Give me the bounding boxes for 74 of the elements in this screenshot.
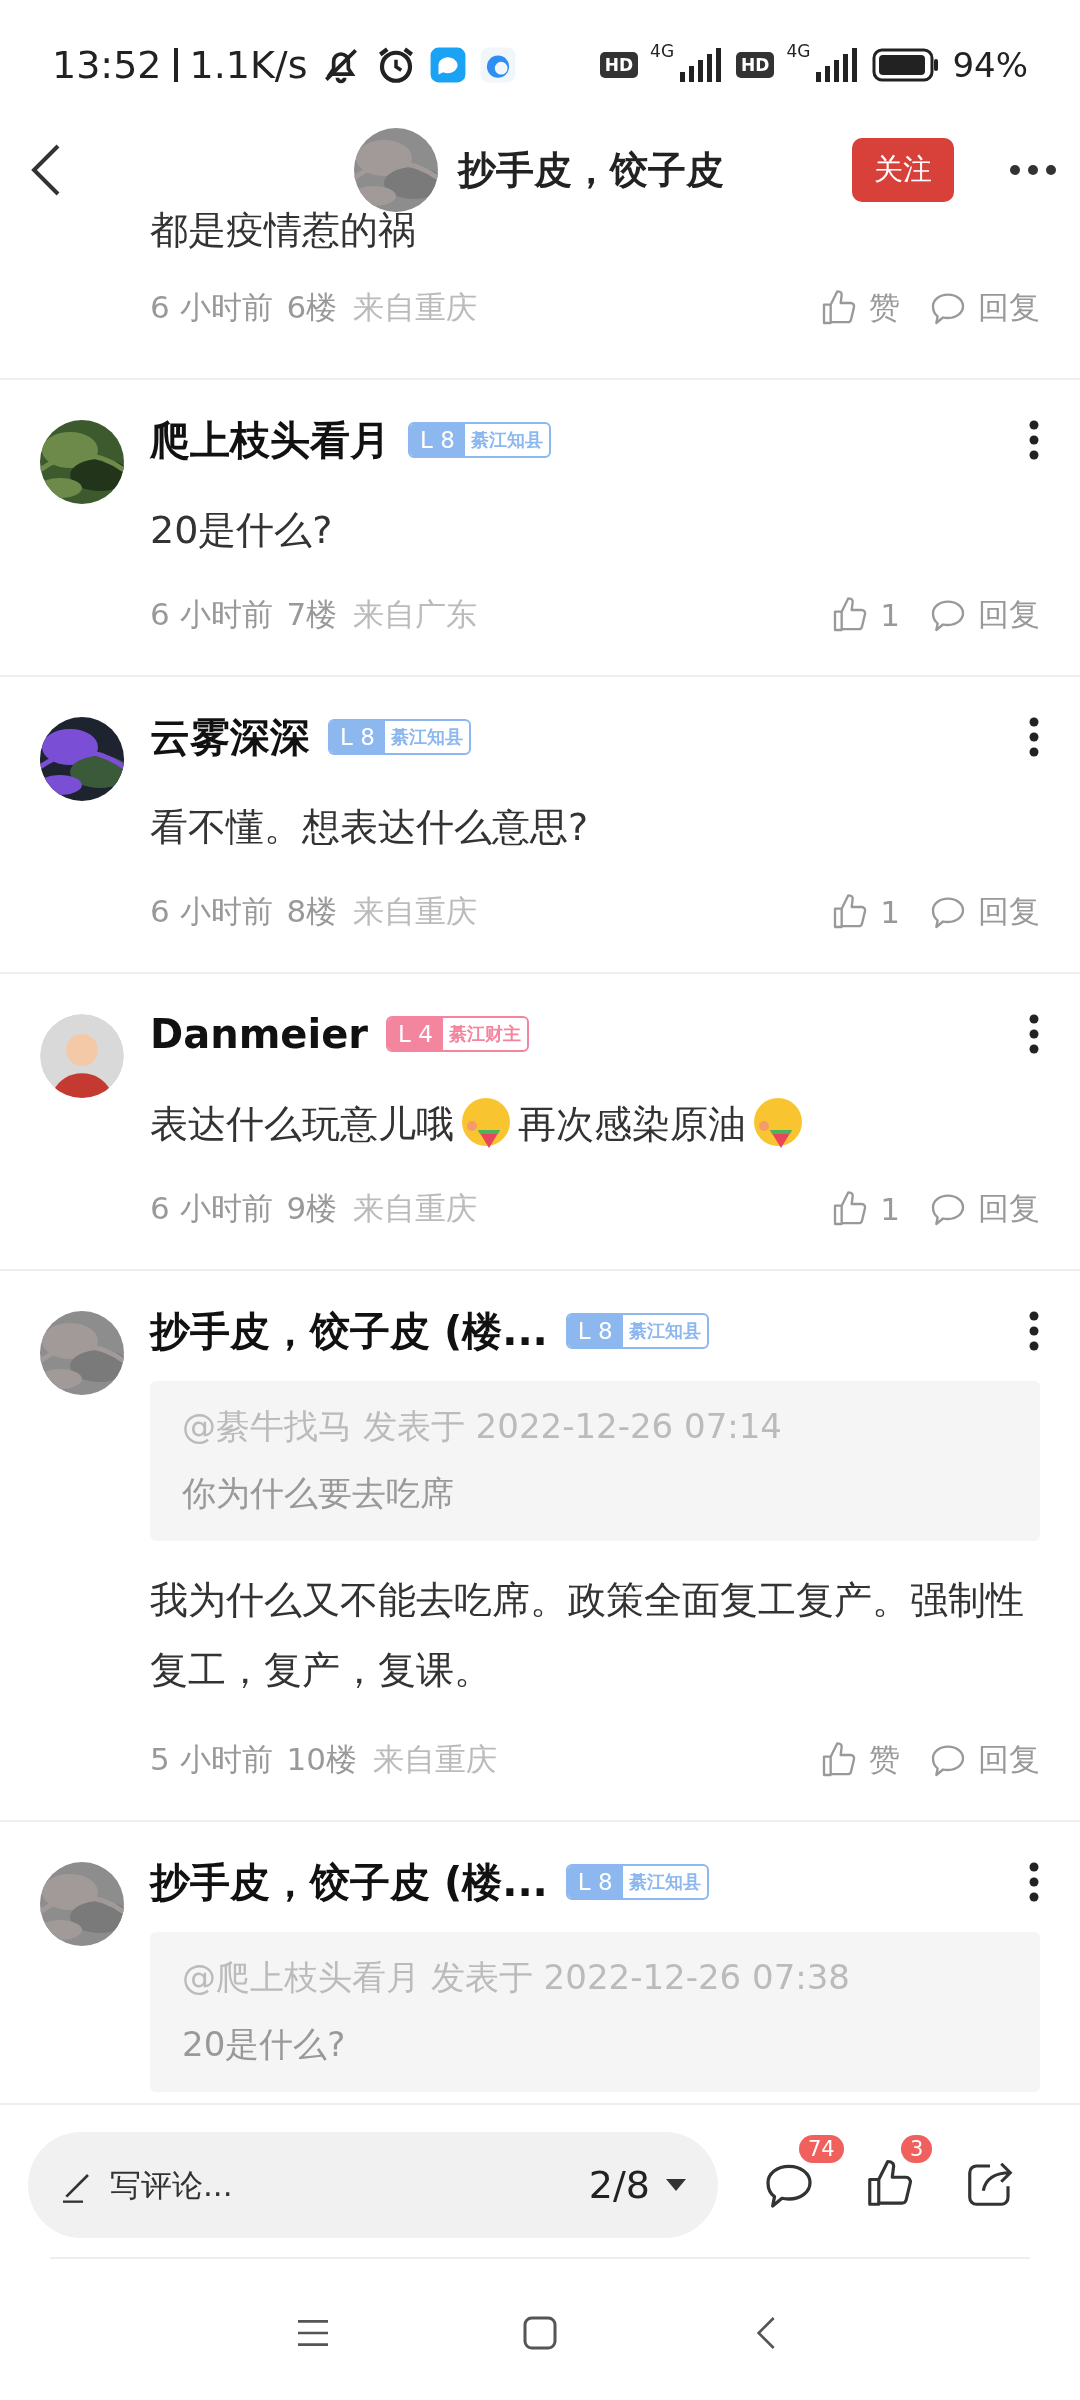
title-label: 綦江知县 — [389, 725, 464, 749]
floor-number: 8楼 — [286, 892, 338, 931]
floor-number: 7楼 — [286, 595, 338, 634]
post-time: 6 小时前 — [150, 892, 273, 931]
more-icon[interactable] — [1008, 163, 1058, 177]
location-label: 来自广东 — [353, 595, 478, 634]
level-label: L 8 — [410, 424, 465, 456]
reply-button[interactable]: 回复 — [928, 1739, 1040, 1781]
location-label: 来自重庆 — [353, 288, 478, 327]
like-button[interactable]: 1 — [830, 595, 900, 635]
like-button[interactable]: 赞 — [819, 287, 900, 329]
like-button[interactable]: 1 — [830, 1189, 900, 1229]
quote-text: 你为什么要去吃席 — [182, 1472, 455, 1515]
more-icon[interactable] — [1028, 717, 1040, 757]
reply-button[interactable]: 回复 — [928, 287, 1040, 329]
like-button[interactable]: 1 — [830, 892, 900, 932]
username[interactable]: 云雾深深 — [150, 709, 310, 765]
post-time: 5 小时前 — [150, 1740, 273, 1779]
network-label: 4G — [786, 41, 811, 61]
app-icon — [429, 46, 468, 84]
username[interactable]: 爬上枝头看月 — [150, 412, 390, 468]
quote-source: @爬上枝头看月 发表于 2022-12-26 07:38 — [182, 1956, 851, 1999]
comment-text: 表达什么玩意儿哦 — [150, 1101, 454, 1148]
post-time: 6 小时前 — [150, 1189, 273, 1228]
title-label: 綦江财主 — [447, 1022, 522, 1046]
more-icon[interactable] — [1028, 1311, 1040, 1351]
username[interactable]: 抄手皮，饺子皮 (楼... — [150, 1303, 548, 1359]
comment-text: 都是疫情惹的祸 — [150, 210, 417, 254]
battery-icon — [872, 48, 941, 82]
floor-number: 6楼 — [286, 288, 338, 327]
reply-button[interactable]: 回复 — [928, 1188, 1040, 1230]
comment-text: 再次感染原油 — [518, 1101, 746, 1148]
hd-label: HD — [599, 52, 639, 78]
floor-number: 9楼 — [286, 1189, 338, 1228]
page-selector[interactable]: 2/8 — [588, 2163, 688, 2207]
comment-text: 看不懂。想表达什么意思? — [150, 804, 589, 851]
author-name: 抄手皮，饺子皮 — [458, 146, 724, 194]
more-icon[interactable] — [1028, 420, 1040, 460]
network-label: 4G — [650, 41, 675, 61]
caret-icon — [664, 2177, 688, 2193]
post-time: 6 小时前 — [150, 595, 273, 634]
quote-text: 20是什么? — [182, 2023, 347, 2066]
hd-label: HD — [736, 52, 775, 78]
comment-input[interactable]: 写评论... — [108, 2166, 579, 2204]
more-icon[interactable] — [1028, 1862, 1040, 1902]
location-label: 来自重庆 — [353, 1189, 478, 1228]
username[interactable]: Danmeier — [150, 1011, 369, 1057]
follow-button[interactable]: 关注 — [852, 138, 954, 202]
more-icon[interactable] — [1028, 1014, 1040, 1054]
clock-time: 13:52 — [52, 43, 162, 87]
location-label: 来自重庆 — [373, 1740, 498, 1779]
reply-button[interactable]: 回复 — [928, 891, 1040, 933]
level-label: L 8 — [567, 1315, 623, 1347]
count-badge: 3 — [901, 2135, 933, 2163]
like-button[interactable]: 赞 — [819, 1739, 900, 1781]
level-label: L 8 — [330, 721, 385, 753]
count-badge: 74 — [799, 2135, 844, 2163]
avatar-icon — [40, 1014, 124, 1098]
post-time: 6 小时前 — [150, 288, 273, 327]
reply-button[interactable]: 回复 — [928, 594, 1040, 636]
comment-text: 20是什么? — [150, 507, 333, 554]
title-label: 綦江知县 — [627, 1319, 702, 1343]
title-label: 綦江知县 — [627, 1870, 702, 1894]
title-label: 綦江知县 — [469, 428, 544, 452]
network-speed: 1.1K/s — [189, 43, 308, 87]
floor-number: 10楼 — [286, 1740, 358, 1779]
username[interactable]: 抄手皮，饺子皮 (楼... — [150, 1854, 548, 1910]
level-label: L 4 — [388, 1018, 443, 1050]
location-label: 来自重庆 — [353, 892, 478, 931]
level-label: L 8 — [567, 1866, 623, 1898]
quote-source: @綦牛找马 发表于 2022-12-26 07:14 — [182, 1405, 783, 1448]
app-icon — [479, 46, 518, 84]
comment-text: 我为什么又不能去吃席。政策全面复工复产。强制性复工，复产，复课。 — [150, 1577, 1025, 1694]
battery-percent: 94% — [952, 45, 1028, 85]
